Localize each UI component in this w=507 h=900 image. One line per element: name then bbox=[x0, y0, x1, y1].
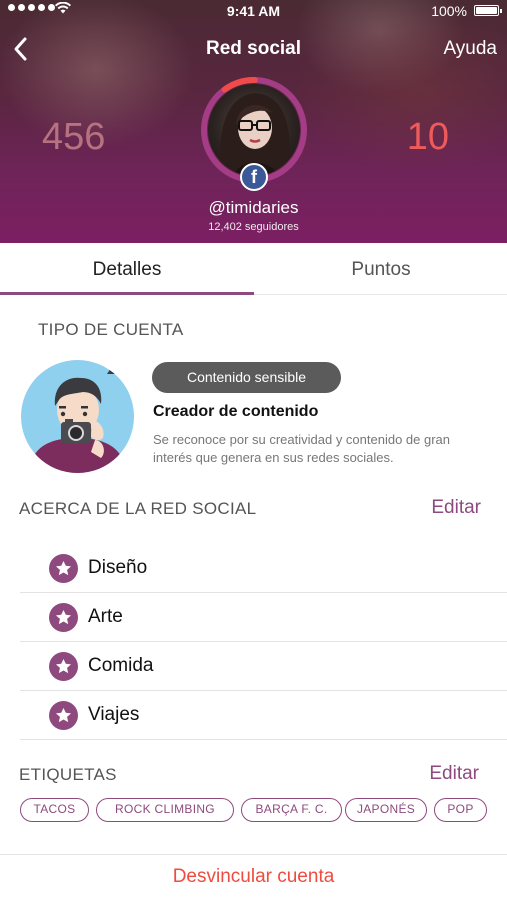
about-section-title: ACERCA DE LA RED SOCIAL bbox=[19, 499, 257, 518]
list-item-viajes[interactable]: Viajes bbox=[20, 691, 507, 740]
facebook-icon: f bbox=[240, 163, 268, 191]
followers-count: 12,402 seguidores bbox=[208, 221, 299, 233]
edit-about-button[interactable]: Editar bbox=[431, 497, 481, 519]
battery-percentage: 100% bbox=[431, 3, 467, 19]
account-type-title: TIPO DE CUENTA bbox=[38, 320, 184, 339]
star-icon bbox=[49, 700, 78, 730]
help-button[interactable]: Ayuda bbox=[443, 38, 497, 60]
star-icon bbox=[49, 602, 78, 632]
navigation-bar: Red social Ayuda bbox=[0, 36, 507, 62]
list-item-label: Comida bbox=[88, 655, 154, 676]
tab-puntos[interactable]: Puntos bbox=[254, 243, 507, 295]
list-item-label: Viajes bbox=[88, 704, 140, 725]
edit-tags-button[interactable]: Editar bbox=[429, 763, 479, 785]
profile-header: 9:41 AM 100% Red social Ayuda 456 10 f @… bbox=[0, 0, 507, 243]
stat-left-value: 456 bbox=[42, 116, 106, 158]
account-type-description: Se reconoce por su creatividad y conteni… bbox=[153, 432, 451, 465]
tags-section-title: ETIQUETAS bbox=[19, 765, 117, 784]
star-icon bbox=[49, 553, 78, 583]
tab-bar: Detalles Puntos bbox=[0, 243, 507, 295]
tag-chip[interactable]: TACOS bbox=[20, 798, 89, 822]
unlink-account-button[interactable]: Desvincular cuenta bbox=[0, 866, 507, 888]
tag-chip[interactable]: ROCK CLIMBING bbox=[96, 798, 234, 822]
list-item-arte[interactable]: Arte bbox=[20, 593, 507, 642]
tag-list: TACOS ROCK CLIMBING BARÇA F. C. JAPONÉS … bbox=[20, 798, 500, 822]
footer-divider bbox=[0, 854, 507, 855]
status-bar: 9:41 AM 100% bbox=[0, 0, 507, 22]
list-item-diseno[interactable]: Diseño bbox=[20, 544, 507, 593]
tab-detalles[interactable]: Detalles bbox=[0, 243, 254, 295]
content-creator-illustration bbox=[21, 360, 134, 473]
tag-chip[interactable]: JAPONÉS bbox=[345, 798, 427, 822]
battery-icon bbox=[474, 5, 502, 16]
list-item-comida[interactable]: Comida bbox=[20, 642, 507, 691]
list-item-label: Arte bbox=[88, 606, 123, 627]
tag-chip[interactable]: BARÇA F. C. bbox=[241, 798, 342, 822]
sensitive-content-badge: Contenido sensible bbox=[152, 362, 341, 393]
stat-right-value: 10 bbox=[406, 116, 449, 158]
star-icon bbox=[49, 651, 78, 681]
list-item-label: Diseño bbox=[88, 557, 148, 578]
about-list: Diseño Arte Comida Viajes bbox=[20, 544, 507, 740]
tag-chip[interactable]: POP bbox=[434, 798, 487, 822]
username: @timidaries bbox=[208, 198, 299, 217]
active-tab-indicator bbox=[0, 292, 254, 295]
account-type-name: Creador de contenido bbox=[153, 403, 319, 420]
page-title: Red social bbox=[205, 38, 302, 59]
